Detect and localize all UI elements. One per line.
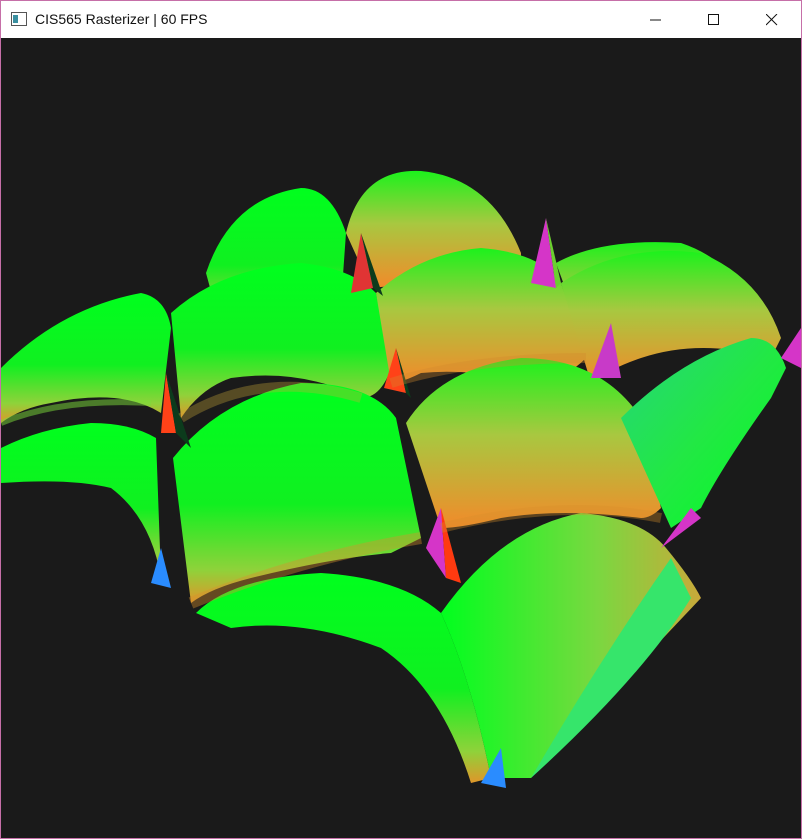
close-button[interactable] [743,1,801,38]
maximize-button[interactable] [685,1,743,38]
rendered-mesh [1,170,801,788]
window-title: CIS565 Rasterizer | 60 FPS [35,11,208,27]
render-viewport[interactable] [1,38,801,838]
mesh-spike [151,548,171,588]
mesh-spike [781,328,801,368]
maximize-icon [708,14,719,25]
close-icon [766,14,778,26]
mesh-dome [1,423,161,578]
minimize-icon [650,19,661,21]
app-window: CIS565 Rasterizer | 60 FPS [0,0,802,839]
title-bar[interactable]: CIS565 Rasterizer | 60 FPS [1,1,801,38]
minimize-button[interactable] [627,1,685,38]
app-window-icon [11,12,27,26]
mesh-arch [196,573,491,783]
mesh-dome [406,358,661,528]
